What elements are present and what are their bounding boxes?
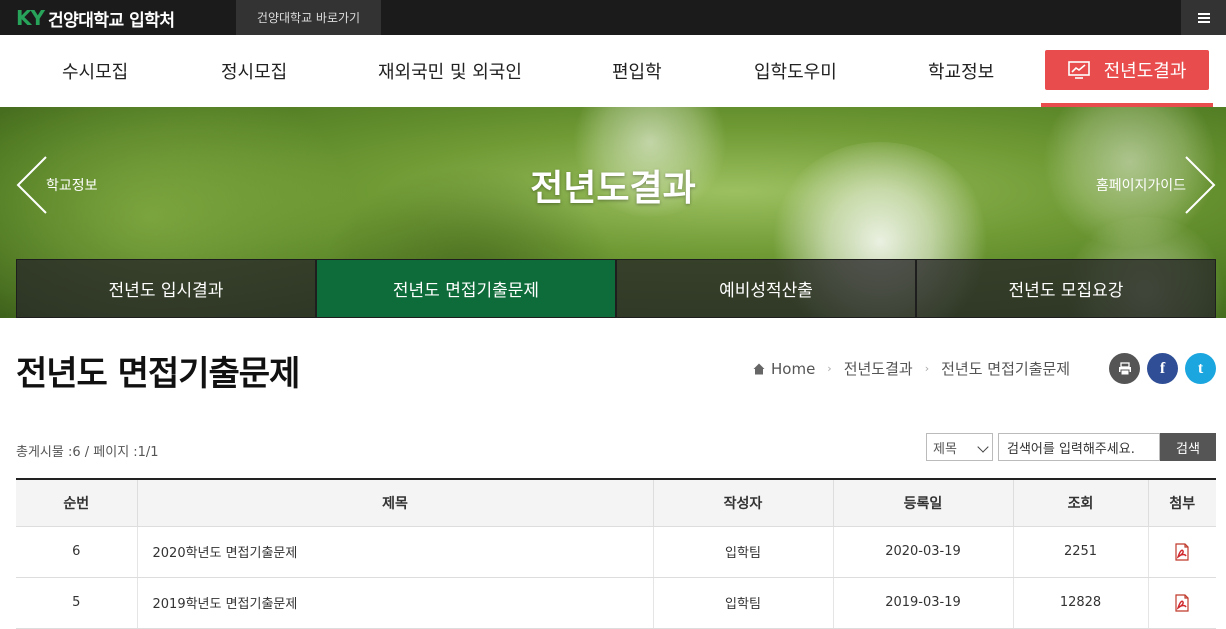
print-icon [1118,361,1131,375]
nav-item-early-admission[interactable]: 수시모집 [62,35,128,107]
search-button[interactable]: 검색 [1160,433,1216,461]
column-header-date: 등록일 [833,479,1014,527]
row-title-link[interactable]: 2020학년도 면접기출문제 [137,526,654,578]
print-button[interactable] [1109,353,1140,384]
top-bar: KY 건양대학교 입학처 건양대학교 바로가기 [0,0,1226,35]
breadcrumb-home[interactable]: Home [771,360,815,378]
column-header-title: 제목 [137,479,654,527]
hamburger-icon [1197,16,1210,19]
chevron-right-icon [1185,156,1216,214]
column-header-attachment: 첨부 [1148,479,1216,527]
subnav-admission-results[interactable]: 전년도 입시결과 [16,259,316,318]
nav-item-transfer[interactable]: 편입학 [612,35,662,107]
pdf-icon [1175,593,1189,612]
facebook-share-button[interactable]: f [1147,353,1178,384]
breadcrumb-current: 전년도 면접기출문제 [941,360,1071,378]
hero-prev-label: 학교정보 [46,178,98,194]
nav-item-overseas-admission[interactable]: 재외국민 및 외국인 [378,35,522,107]
page-title: 전년도 면접기출문제 [16,354,300,394]
pdf-icon [1175,542,1189,561]
search-field-select[interactable]: 제목 [926,433,993,461]
hero-next-link[interactable]: 홈페이지가이드 [1070,155,1216,215]
hero-prev-link[interactable]: 학교정보 [16,155,156,215]
row-views: 2251 [1013,526,1149,578]
chevron-right-icon: › [924,362,930,375]
row-date: 2020-03-19 [833,526,1014,578]
breadcrumb: Home › 전년도결과 › 전년도 면접기출문제 [753,358,1070,379]
chevron-down-icon [977,441,989,453]
site-logo[interactable]: KY 건양대학교 입학처 [16,6,175,31]
university-shortcut-link[interactable]: 건양대학교 바로가기 [236,0,381,35]
hero-title: 전년도결과 [530,168,696,209]
hamburger-menu-button[interactable] [1181,0,1226,35]
facebook-icon: f [1159,359,1166,377]
row-attachment[interactable] [1148,526,1216,578]
subnav-interview-questions[interactable]: 전년도 면접기출문제 [316,259,616,318]
column-header-author: 작성자 [653,479,834,527]
column-header-views: 조회 [1013,479,1149,527]
post-count: 총게시물 :6 / 페이지 :1/1 [16,445,159,460]
sub-nav: 전년도 입시결과 전년도 면접기출문제 예비성적산출 전년도 모집요강 [16,259,1216,318]
row-title-link[interactable]: 2019학년도 면접기출문제 [137,577,654,629]
breadcrumb-section[interactable]: 전년도결과 [844,358,913,379]
chevron-left-icon [16,156,47,214]
hero-banner: 전년도결과 학교정보 홈페이지가이드 전년도 입시결과 전년도 면접기출문제 예… [0,107,1226,318]
chevron-right-icon: › [827,362,832,375]
row-author: 입학팀 [653,577,834,629]
main-nav: 수시모집 정시모집 재외국민 및 외국인 편입학 입학도우미 학교정보 전년도결… [0,35,1226,107]
home-icon [753,363,765,374]
row-author: 입학팀 [653,526,834,578]
twitter-icon: t [1197,359,1204,377]
row-views: 12828 [1013,577,1149,629]
twitter-share-button[interactable]: t [1185,353,1216,384]
search-input[interactable] [998,433,1160,461]
logo-mark: KY [16,6,45,30]
nav-active-label: 전년도결과 [1103,61,1187,82]
nav-item-previous-results[interactable]: 전년도결과 [1045,50,1209,90]
logo-text: 건양대학교 입학처 [47,10,175,31]
search-select-value: 제목 [933,441,957,457]
row-date: 2019-03-19 [833,577,1014,629]
nav-item-admission-help[interactable]: 입학도우미 [754,35,837,107]
hero-next-label: 홈페이지가이드 [1095,178,1186,194]
table-header-row: 순번 제목 작성자 등록일 조회 첨부 [16,479,1216,527]
row-number: 5 [16,577,138,629]
subnav-admission-guide[interactable]: 전년도 모집요강 [916,259,1216,318]
row-attachment[interactable] [1148,577,1216,629]
column-header-number: 순번 [16,479,138,527]
chart-icon [1067,61,1090,79]
row-number: 6 [16,526,138,578]
table-row: 6 2020학년도 면접기출문제 입학팀 2020-03-19 2251 [16,526,1216,578]
nav-item-school-info[interactable]: 학교정보 [928,35,994,107]
table-row: 5 2019학년도 면접기출문제 입학팀 2019-03-19 12828 [16,577,1216,629]
subnav-score-calculator[interactable]: 예비성적산출 [616,259,916,318]
nav-item-regular-admission[interactable]: 정시모집 [221,35,287,107]
board-table: 순번 제목 작성자 등록일 조회 첨부 6 2020학년도 면접기출문제 입학팀… [16,478,1216,629]
